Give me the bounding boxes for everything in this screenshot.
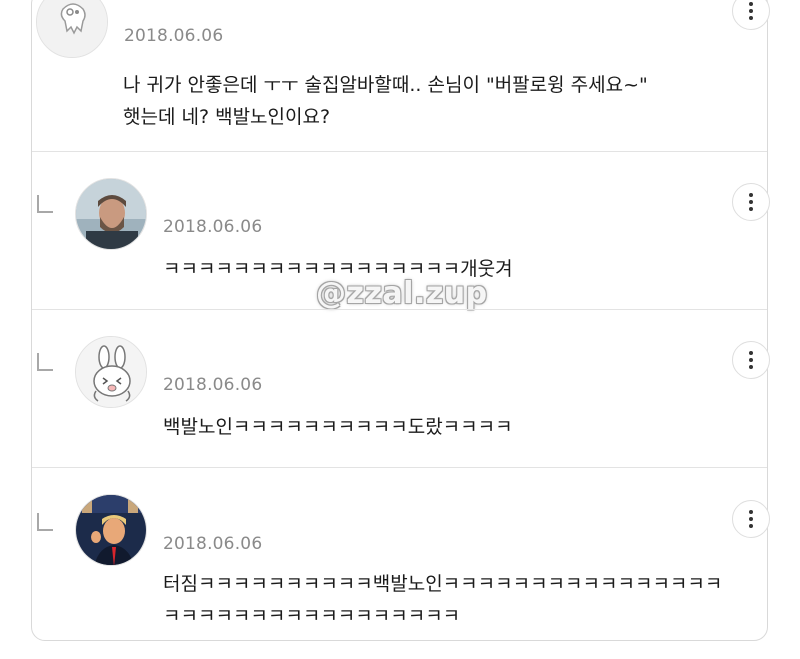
more-vertical-icon [749, 351, 753, 355]
more-vertical-icon-dot [749, 9, 753, 13]
more-vertical-icon-dot [749, 16, 753, 20]
man-in-suit-photo-icon [76, 495, 146, 565]
comment-text: 백발노인ㅋㅋㅋㅋㅋㅋㅋㅋㅋㅋ도랐ㅋㅋㅋㅋ [163, 416, 513, 438]
more-options-button[interactable] [732, 500, 770, 538]
more-vertical-icon-dot [749, 517, 753, 521]
avatar[interactable] [75, 178, 147, 250]
reply-arrow-icon [37, 513, 53, 531]
bearded-man-photo-icon [76, 179, 146, 249]
divider [32, 151, 767, 152]
more-options-button[interactable] [732, 341, 770, 379]
rabbit-cartoon-icon [76, 337, 146, 407]
avatar[interactable] [75, 494, 147, 566]
more-vertical-icon-dot [749, 207, 753, 211]
more-vertical-icon-dot [749, 365, 753, 369]
more-vertical-icon [749, 193, 753, 197]
comment-text: 터짐ㅋㅋㅋㅋㅋㅋㅋㅋㅋㅋ백발노인ㅋㅋㅋㅋㅋㅋㅋㅋㅋㅋㅋㅋㅋㅋㅋㅋ ㅋㅋㅋㅋㅋㅋㅋ… [163, 573, 723, 627]
more-options-button[interactable] [732, 183, 770, 221]
comment-date: 2018.06.06 [163, 375, 263, 395]
reply-arrow-icon [37, 353, 53, 371]
more-vertical-icon-dot [749, 200, 753, 204]
reply-arrow-icon [37, 195, 53, 213]
comment-date: 2018.06.06 [124, 26, 224, 46]
comment-date: 2018.06.06 [163, 534, 263, 554]
divider [32, 309, 767, 310]
more-vertical-icon [749, 510, 753, 514]
avatar[interactable] [75, 336, 147, 408]
comment-text: 나 귀가 안좋은데 ㅜㅜ 술집알바할때.. 손님이 "버팔로윙 주세요~" 햇는… [123, 74, 648, 128]
more-vertical-icon-dot [749, 524, 753, 528]
watermark: @zzal.zup [316, 276, 488, 311]
more-vertical-icon [749, 2, 753, 6]
more-vertical-icon-dot [749, 358, 753, 362]
divider [32, 467, 767, 468]
comment-date: 2018.06.06 [163, 217, 263, 237]
